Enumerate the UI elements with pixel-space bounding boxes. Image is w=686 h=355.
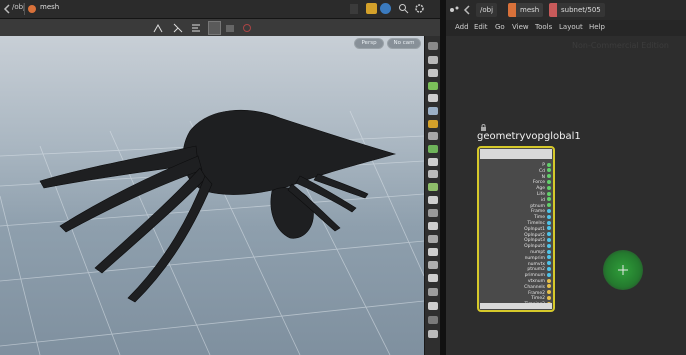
shelf-button-6[interactable]	[428, 107, 438, 115]
port-connector-dot[interactable]	[547, 203, 551, 208]
shelf-button-17[interactable]	[428, 248, 438, 256]
shelf-button-12[interactable]	[428, 183, 438, 191]
port-connector-dot[interactable]	[547, 191, 551, 196]
shelf-button-21[interactable]	[428, 302, 438, 310]
shelf-button-5[interactable]	[428, 94, 438, 102]
network-tab-obj[interactable]: /obj	[476, 3, 498, 17]
viewport-path-object[interactable]: mesh	[40, 3, 59, 11]
shelf-button-14[interactable]	[428, 209, 438, 217]
menu-view[interactable]: View	[512, 23, 529, 31]
shelf-button-2[interactable]	[428, 56, 438, 64]
node-name-label: geometryvopglobal1	[477, 131, 581, 142]
port-connector-dot[interactable]	[547, 162, 551, 167]
port-connector-dot[interactable]	[547, 197, 551, 202]
transform-handle-icon[interactable]	[152, 22, 164, 34]
network-tab-subnet[interactable]: subnet/505	[549, 3, 605, 17]
port-connector-dot[interactable]	[547, 266, 551, 271]
watermark-text: Non-Commercial Edition	[572, 41, 669, 50]
path-dropdown[interactable]	[350, 4, 358, 14]
menu-help[interactable]: Help	[589, 23, 605, 31]
menu-add[interactable]: Add	[455, 23, 469, 31]
port-connector-dot[interactable]	[547, 249, 551, 254]
shelf-button-20[interactable]	[428, 288, 438, 296]
back-arrow-icon[interactable]	[462, 5, 472, 15]
port-connector-dot[interactable]	[547, 174, 551, 179]
port-connector-dot[interactable]	[547, 208, 551, 213]
network-tab-bar: /obj mesh subnet/505	[446, 0, 686, 21]
menu-layout[interactable]: Layout	[559, 23, 583, 31]
gear-icon[interactable]	[414, 3, 425, 14]
align-icon[interactable]	[190, 22, 202, 34]
port-connector-dot[interactable]	[547, 226, 551, 231]
geometry-vop-global-node[interactable]: P Cd N Force Age Life id ptnum Frame Time TimeInc O…	[477, 146, 555, 312]
port-connector-dot[interactable]	[547, 232, 551, 237]
houdini-window: /obj mesh Persp No cam /obj mesh subnet/…	[0, 0, 686, 355]
display-mode-button[interactable]	[208, 21, 221, 35]
network-tab-mesh[interactable]: mesh	[508, 3, 544, 17]
shelf-button-23[interactable]	[428, 330, 438, 338]
lock-icon	[481, 124, 486, 131]
shelf-button-22[interactable]	[428, 316, 438, 324]
creature-mesh[interactable]	[0, 36, 424, 355]
port-connector-dot[interactable]	[547, 261, 551, 266]
port-connector-dot[interactable]	[547, 295, 551, 300]
shelf-button-8[interactable]	[428, 132, 438, 140]
pin-icon[interactable]	[366, 3, 377, 14]
object-icon	[28, 5, 36, 13]
lock-icon[interactable]	[428, 69, 438, 77]
port-connector-dot[interactable]	[547, 220, 551, 225]
shelf-button-11[interactable]	[428, 170, 438, 178]
shelf-button-1[interactable]	[428, 42, 438, 50]
node-footer	[480, 303, 552, 309]
menu-go[interactable]: Go	[495, 23, 505, 31]
shelf-button-4[interactable]	[428, 82, 438, 90]
snap-icon[interactable]	[172, 22, 184, 34]
globe-icon[interactable]	[380, 3, 391, 14]
port-connector-dot[interactable]	[547, 214, 551, 219]
menu-tools[interactable]: Tools	[535, 23, 552, 31]
viewport-path-bar: /obj mesh	[0, 0, 440, 19]
viewport-toolbar	[0, 19, 440, 36]
shelf-button-9[interactable]	[428, 145, 438, 153]
display-options-pill[interactable]: No cam	[387, 38, 421, 49]
port-connector-dot[interactable]	[547, 284, 551, 289]
shelf-button-16[interactable]	[428, 235, 438, 243]
port-connector-dot[interactable]	[547, 185, 551, 190]
camera-menu-pill[interactable]: Persp	[354, 38, 384, 49]
path-separator	[24, 3, 25, 15]
back-arrow-icon[interactable]	[2, 4, 12, 14]
scene-viewport[interactable]: Persp No cam	[0, 36, 424, 355]
port-connector-dot[interactable]	[547, 179, 551, 184]
shelf-button-15[interactable]	[428, 222, 438, 230]
port-connector-dot[interactable]	[547, 237, 551, 242]
port-connector-dot[interactable]	[547, 168, 551, 173]
port-connector-dot[interactable]	[547, 272, 551, 277]
shelf-button-7[interactable]	[428, 120, 438, 128]
viewport-side-shelf	[424, 36, 441, 355]
port-connector-dot[interactable]	[547, 243, 551, 248]
link-icon[interactable]	[241, 22, 253, 34]
ghost-icon[interactable]	[224, 22, 236, 34]
menu-edit[interactable]: Edit	[474, 23, 488, 31]
network-menubar: Add Edit Go View Tools Layout Help	[446, 20, 686, 36]
shelf-button-18[interactable]	[428, 261, 438, 269]
move-cursor-icon	[618, 265, 628, 275]
network-type-icon[interactable]	[449, 5, 459, 15]
port-connector-dot[interactable]	[547, 255, 551, 260]
node-header[interactable]	[480, 149, 552, 159]
shelf-button-10[interactable]	[428, 158, 438, 166]
port-connector-dot[interactable]	[547, 278, 551, 283]
port-connector-dot[interactable]	[547, 290, 551, 295]
shelf-button-19[interactable]	[428, 274, 438, 282]
shelf-button-13[interactable]	[428, 196, 438, 204]
search-icon[interactable]	[398, 3, 409, 14]
